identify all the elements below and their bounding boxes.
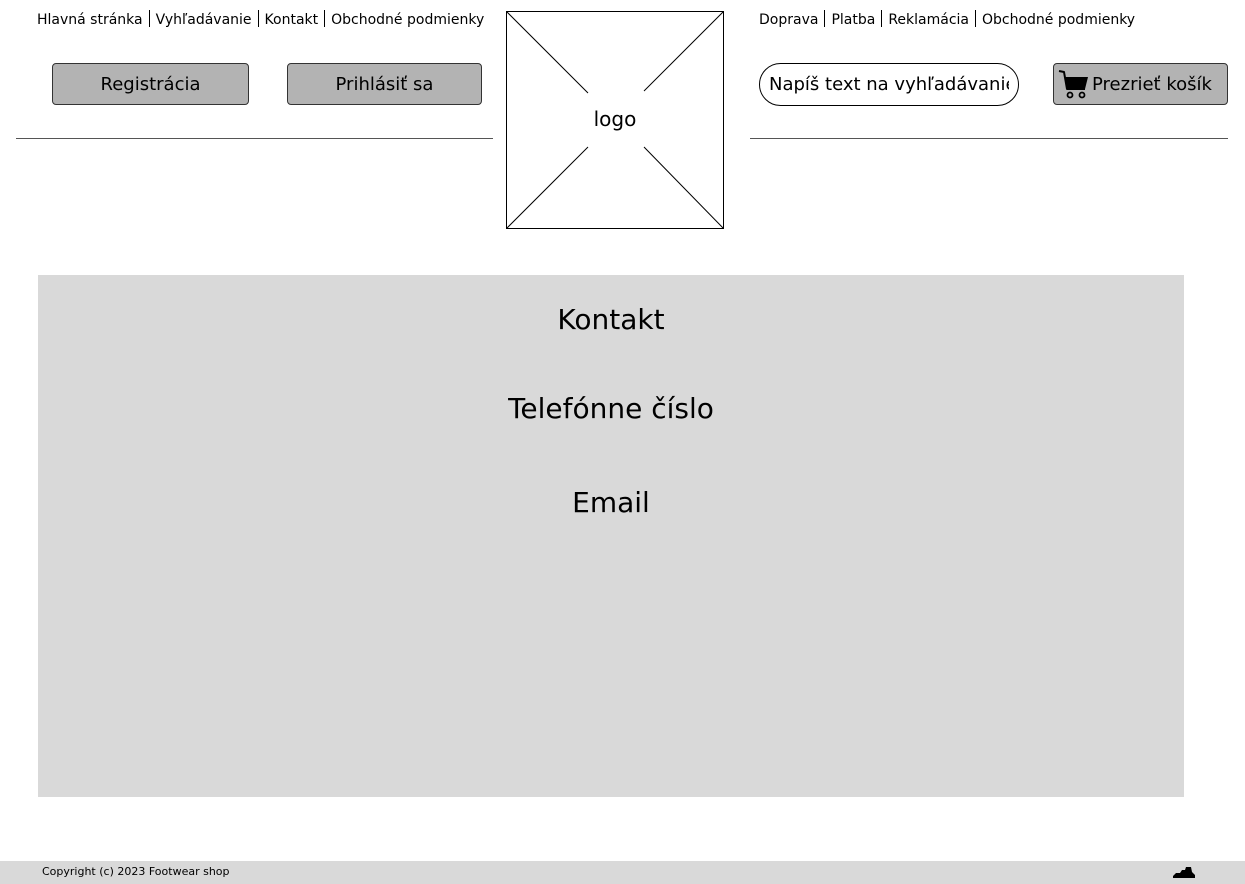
nav-separator (148, 10, 150, 27)
contact-panel: Kontakt Telefónne číslo Email (38, 275, 1184, 797)
nav-separator (824, 10, 826, 27)
nav-link-contact[interactable]: Kontakt (265, 12, 319, 28)
copyright-text: Copyright (c) 2023 Footwear shop (42, 865, 230, 878)
page-title: Kontakt (557, 303, 665, 336)
logo-text: logo (593, 107, 637, 131)
nav-separator (257, 10, 259, 27)
nav-link-terms[interactable]: Obchodné podmienky (331, 12, 484, 28)
nav-link-complaints[interactable]: Reklamácia (888, 12, 969, 28)
cart-icon (1058, 70, 1088, 99)
login-button[interactable]: Prihlásiť sa (287, 63, 482, 105)
shoe-icon (1173, 867, 1195, 878)
email-label: Email (572, 486, 650, 519)
nav-link-search[interactable]: Vyhľadávanie (156, 12, 252, 28)
phone-number-label: Telefónne číslo (508, 392, 714, 425)
nav-link-home[interactable]: Hlavná stránka (37, 12, 143, 28)
logo-placeholder[interactable]: logo (506, 11, 724, 229)
nav-link-terms-right[interactable]: Obchodné podmienky (982, 12, 1135, 28)
search-input[interactable] (759, 63, 1019, 106)
view-cart-label: Prezrieť košík (1092, 73, 1212, 95)
register-button[interactable]: Registrácia (52, 63, 249, 105)
nav-link-shipping[interactable]: Doprava (759, 12, 818, 28)
nav-separator (324, 10, 326, 27)
header-divider-left (16, 138, 493, 139)
footer: Copyright (c) 2023 Footwear shop (0, 861, 1245, 884)
top-nav-left: Hlavná stránka Vyhľadávanie Kontakt Obchodn… (37, 10, 484, 29)
header-divider-right (750, 138, 1228, 139)
nav-link-payment[interactable]: Platba (831, 12, 875, 28)
nav-separator (881, 10, 883, 27)
view-cart-button[interactable]: Prezrieť košík (1053, 63, 1228, 105)
nav-separator (974, 10, 976, 27)
top-nav-right: Doprava Platba Reklamácia Obchodné podmienk… (759, 10, 1135, 29)
